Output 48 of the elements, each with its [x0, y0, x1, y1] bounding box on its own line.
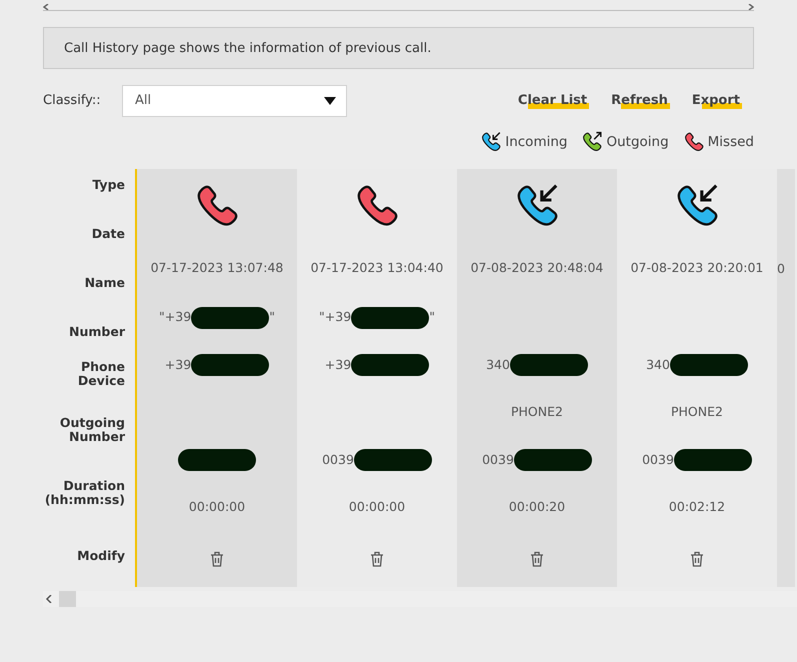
row-label: Phone Device	[76, 360, 125, 388]
trash-icon[interactable]	[690, 551, 704, 568]
outgoing-number: 0039	[322, 450, 354, 469]
row-label: Name	[84, 276, 125, 290]
scroll-left-icon[interactable]	[43, 595, 53, 603]
row-label: Duration (hh:mm:ss)	[44, 479, 125, 507]
call-duration: 00:00:20	[508, 498, 566, 516]
caller-name: "	[429, 308, 435, 326]
row-label: Modify	[76, 549, 125, 563]
scroll-left-icon[interactable]	[43, 4, 49, 10]
phone-device: PHONE2	[671, 403, 723, 422]
caller-number: 340	[646, 356, 670, 374]
caller-number: +39	[324, 356, 352, 374]
call-duration: 00:02:12	[668, 498, 726, 516]
classify-dropdown[interactable]: All	[122, 85, 347, 117]
call-date: 07-08-2023 20:20:01	[630, 258, 764, 277]
row-label: Type	[91, 178, 125, 192]
legend-label: Missed	[708, 132, 754, 152]
legend-label: Outgoing	[606, 132, 669, 152]
row-label: Outgoing Number	[58, 416, 125, 444]
legend-label: Incoming	[505, 132, 568, 152]
call-date: 0	[777, 260, 785, 278]
trash-icon[interactable]	[370, 551, 384, 568]
caller-name: "+39	[159, 308, 192, 326]
caller-number: 340	[486, 356, 510, 374]
classify-label: Classify::	[43, 92, 102, 110]
dropdown-caret-icon	[324, 97, 336, 105]
phone-device: PHONE2	[511, 403, 563, 422]
scrollbar-thumb[interactable]	[59, 591, 76, 607]
caller-name: "+39	[319, 308, 352, 326]
missed-call-icon	[682, 131, 705, 153]
incoming-call-icon	[480, 131, 502, 153]
call-duration: 00:00:00	[348, 498, 406, 516]
caller-name: "	[269, 308, 275, 326]
call-duration: 00:00:00	[188, 498, 246, 516]
call-date: 07-08-2023 20:48:04	[470, 258, 604, 277]
caller-number: +39	[164, 356, 192, 374]
trash-icon[interactable]	[210, 551, 224, 568]
call-date: 07-17-2023 13:07:48	[150, 258, 284, 277]
outgoing-call-icon	[581, 131, 604, 153]
trash-icon[interactable]	[530, 551, 544, 568]
scroll-right-icon[interactable]	[748, 4, 754, 10]
row-label: Number	[68, 325, 125, 339]
info-message: Call History page shows the information of previous call.	[43, 27, 754, 69]
outgoing-number: 0039	[482, 450, 514, 469]
row-label: Date	[90, 227, 125, 241]
outgoing-number: 0039	[642, 450, 674, 469]
call-date: 07-17-2023 13:04:40	[310, 258, 444, 277]
